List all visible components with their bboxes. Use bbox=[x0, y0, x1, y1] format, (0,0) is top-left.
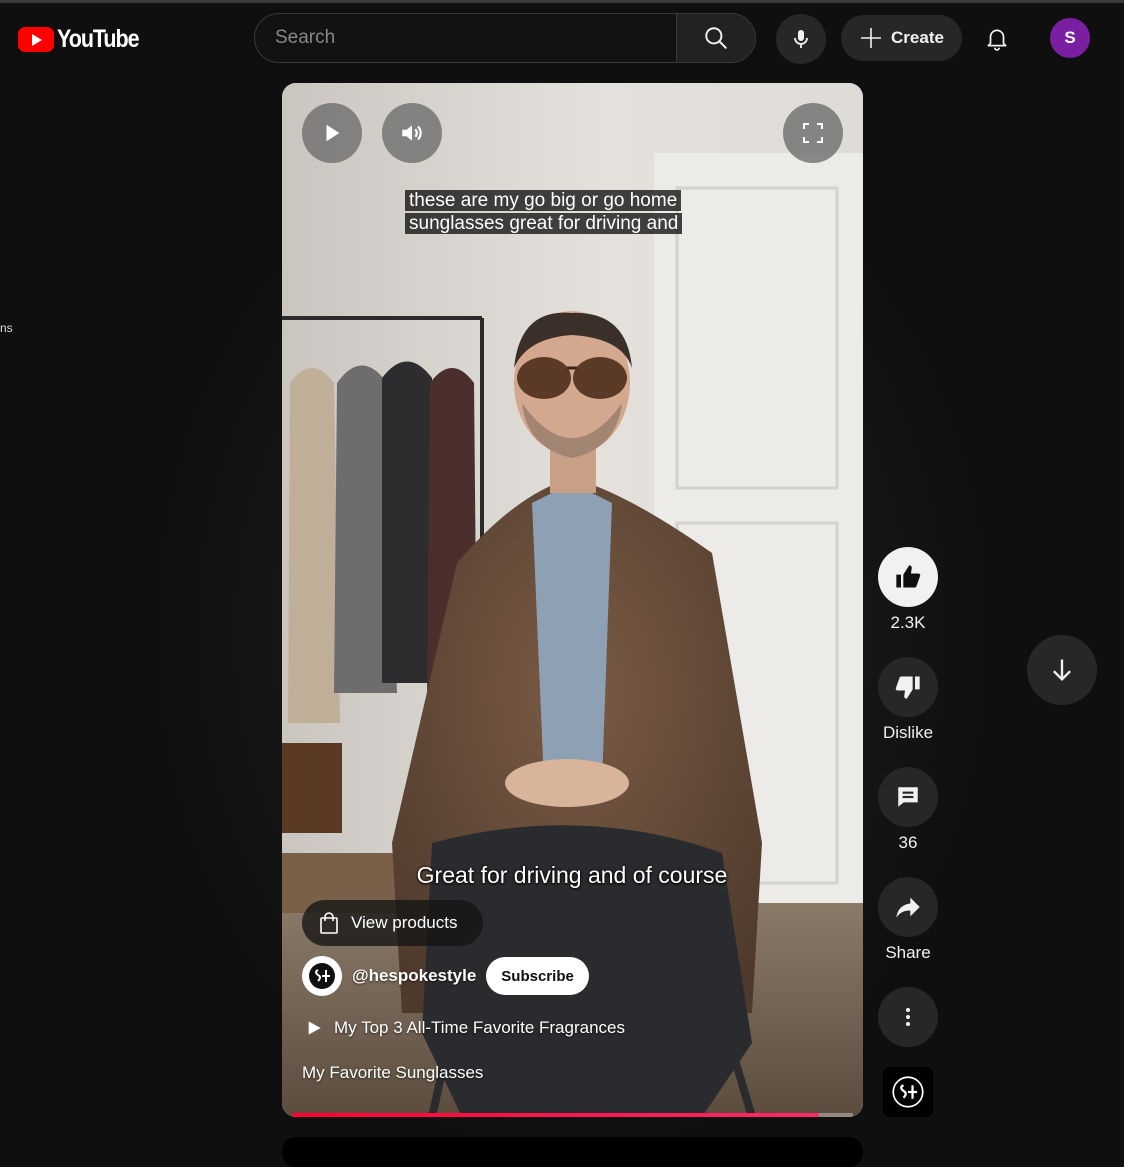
youtube-logo[interactable]: YouTube bbox=[18, 25, 152, 54]
thumbs-down-icon bbox=[895, 676, 920, 699]
play-icon bbox=[326, 124, 340, 142]
share-icon bbox=[896, 897, 920, 918]
share-button[interactable] bbox=[878, 877, 938, 937]
next-video-button[interactable] bbox=[1027, 635, 1097, 705]
progress-bar[interactable] bbox=[292, 1113, 853, 1117]
caption-text: these are my go big or go home sunglasse… bbox=[405, 190, 683, 234]
search-button[interactable] bbox=[676, 14, 755, 62]
comment-count: 36 bbox=[898, 833, 918, 852]
dislike-label: Dislike bbox=[882, 723, 934, 742]
channel-thumbnail[interactable] bbox=[883, 1067, 933, 1117]
more-vert-icon bbox=[906, 1008, 910, 1026]
search-icon bbox=[705, 27, 727, 49]
next-short-preview[interactable] bbox=[282, 1137, 863, 1167]
create-button[interactable]: Create bbox=[841, 15, 962, 61]
like-count: 2.3K bbox=[890, 613, 926, 632]
plus-icon bbox=[861, 28, 882, 48]
play-button[interactable] bbox=[302, 103, 362, 163]
shorts-player[interactable]: these are my go big or go home sunglasse… bbox=[282, 83, 863, 1117]
sidebar-edge-text: ns bbox=[0, 321, 13, 335]
channel-row: @hespokestyle Subscribe bbox=[302, 956, 589, 996]
mute-button[interactable] bbox=[382, 103, 442, 163]
share-label: Share bbox=[885, 943, 931, 962]
volume-icon bbox=[402, 125, 422, 141]
shopping-bag-icon bbox=[320, 912, 338, 934]
like-button[interactable] bbox=[878, 547, 938, 607]
notifications-button[interactable] bbox=[977, 18, 1017, 58]
voice-search-button[interactable] bbox=[776, 14, 826, 64]
channel-avatar[interactable] bbox=[302, 956, 342, 996]
comment-icon bbox=[898, 787, 918, 807]
view-products-label: View products bbox=[351, 913, 458, 932]
bell-icon bbox=[987, 29, 1007, 51]
video-title: My Favorite Sunglasses bbox=[302, 1063, 484, 1082]
arrow-down-icon bbox=[1053, 659, 1071, 681]
window-top-border bbox=[0, 0, 1124, 3]
related-video-link[interactable]: My Top 3 All-Time Favorite Fragrances bbox=[306, 1018, 625, 1038]
subscribe-button[interactable]: Subscribe bbox=[486, 957, 589, 995]
play-small-icon bbox=[308, 1021, 321, 1035]
thumbs-up-icon bbox=[896, 565, 921, 588]
logo-text: YouTube bbox=[57, 25, 140, 53]
closed-caption: these are my go big or go home sunglasse… bbox=[405, 189, 695, 235]
related-video-title: My Top 3 All-Time Favorite Fragrances bbox=[334, 1018, 625, 1037]
view-products-button[interactable]: View products bbox=[302, 900, 483, 946]
dislike-button[interactable] bbox=[878, 657, 938, 717]
account-avatar[interactable]: S bbox=[1050, 18, 1090, 58]
channel-handle[interactable]: @hespokestyle bbox=[352, 966, 476, 986]
burned-in-caption: Great for driving and of course bbox=[416, 862, 728, 888]
channel-logo-icon bbox=[892, 1076, 924, 1108]
channel-logo-icon bbox=[309, 963, 335, 989]
progress-fill bbox=[292, 1113, 820, 1117]
fullscreen-button[interactable] bbox=[783, 103, 843, 163]
comments-button[interactable] bbox=[878, 767, 938, 827]
create-label: Create bbox=[891, 28, 944, 47]
search-input[interactable] bbox=[255, 14, 676, 62]
more-options-button[interactable] bbox=[878, 987, 938, 1047]
fullscreen-icon bbox=[803, 123, 823, 143]
youtube-play-icon bbox=[18, 27, 54, 52]
microphone-icon bbox=[794, 30, 808, 48]
search-bar bbox=[254, 13, 756, 63]
